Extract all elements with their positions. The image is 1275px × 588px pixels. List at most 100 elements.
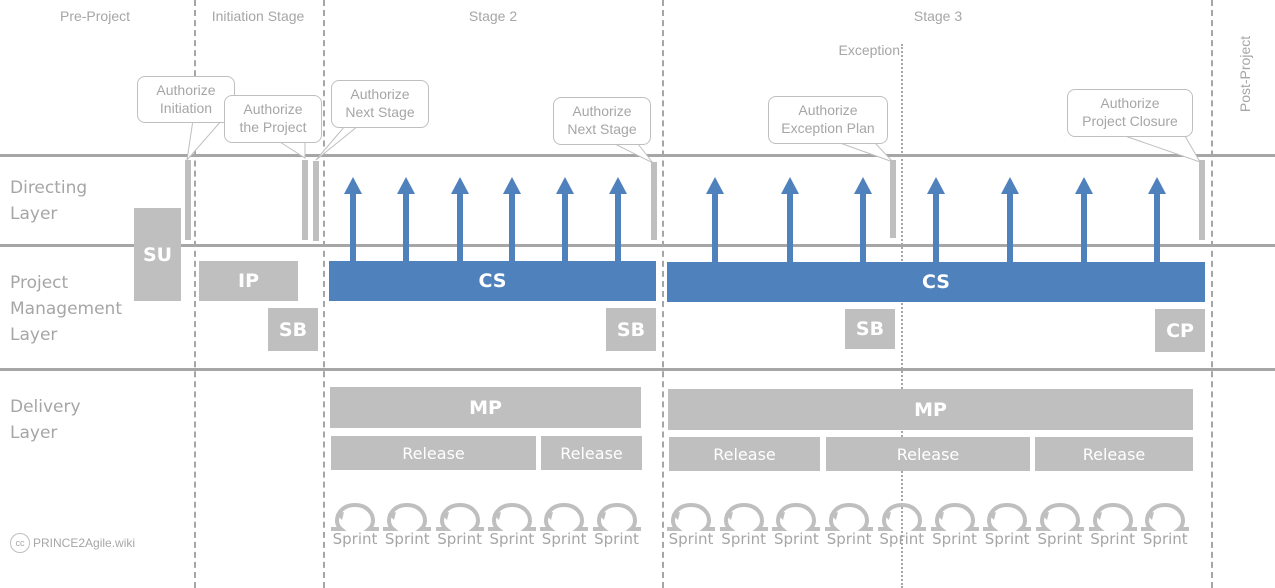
sprint-cycle-icon — [540, 502, 589, 531]
creative-commons-icon: cc — [10, 533, 30, 553]
sprint-label: Sprint — [594, 530, 639, 548]
layer-label-management-line1: Project — [10, 273, 69, 293]
callout-line: Next Stage — [345, 104, 415, 120]
sprint-cycle-icon — [667, 502, 715, 531]
callout-line: Exception Plan — [781, 120, 875, 136]
callout-authorize-next-stage-2: Authorize Next Stage — [553, 97, 651, 145]
sprint-cycle-icon — [435, 502, 484, 531]
layer-label-management: Project Management Layer — [10, 270, 122, 348]
sprint-label: Sprint — [879, 530, 925, 548]
managing-product-delivery-stage3: MP — [668, 389, 1193, 430]
report-arrow — [556, 177, 574, 262]
sprint: Sprint — [538, 498, 590, 548]
sprint: Sprint — [770, 498, 822, 548]
callout-authorize-exception-plan: Authorize Exception Plan — [768, 96, 888, 144]
sprint-label: Sprint — [1090, 530, 1135, 548]
sprint-label: Sprint — [384, 530, 430, 548]
release-stage2-1: Release — [331, 436, 536, 470]
sprint-cycle-icon — [1035, 502, 1084, 531]
sprint-label: Sprint — [721, 530, 767, 548]
release-stage2-2: Release — [541, 436, 642, 470]
callout-line: Project Closure — [1082, 113, 1178, 129]
layer-label-delivery-line2: Layer — [10, 423, 58, 443]
report-arrow — [1148, 177, 1166, 262]
sprint-cycle-icon — [592, 502, 641, 531]
callout-authorize-initiation: Authorize Initiation — [137, 76, 235, 123]
report-arrow — [706, 177, 724, 262]
sprint-label: Sprint — [489, 530, 535, 548]
layer-label-management-line3: Layer — [10, 325, 58, 345]
report-arrow — [451, 177, 469, 262]
report-arrows — [344, 177, 1166, 262]
managing-product-delivery-stage2: MP — [330, 387, 641, 428]
callout-line: Authorize — [350, 86, 410, 102]
layer-label-management-line2: Management — [10, 299, 122, 319]
report-arrow — [1001, 177, 1019, 262]
report-arrow — [1075, 177, 1093, 262]
sprint: Sprint — [929, 498, 981, 548]
sprint-cycle-icon — [1141, 502, 1190, 531]
sprint-label: Sprint — [1142, 530, 1188, 548]
sprint-label: Sprint — [437, 530, 482, 548]
process-cp: CP — [1155, 309, 1205, 352]
release-stage3-1: Release — [669, 437, 820, 471]
callout-line: Authorize — [243, 101, 303, 117]
sprint-cycle-icon — [930, 502, 979, 531]
callout-authorize-project: Authorize the Project — [224, 95, 322, 143]
layer-label-delivery-line1: Delivery — [10, 397, 81, 417]
sprint-label: Sprint — [1037, 530, 1083, 548]
sprint: Sprint — [876, 498, 928, 548]
footer-credit: cc PRINCE2Agile.wiki — [10, 533, 135, 553]
tail-authorize-closure — [1124, 135, 1202, 163]
callout-line: Authorize — [572, 103, 632, 119]
tail-authorize-initiation — [186, 119, 223, 162]
sprint: Sprint — [329, 498, 381, 548]
callout-line: Initiation — [159, 100, 213, 116]
sprint-cycle-icon — [383, 502, 432, 531]
layer-label-delivery: Delivery Layer — [10, 394, 81, 446]
sprint: Sprint — [434, 498, 486, 548]
sprint-cycle-icon — [772, 502, 821, 531]
sprint: Sprint — [591, 498, 643, 548]
site-link[interactable]: PRINCE2Agile.wiki — [33, 536, 135, 550]
sprint-cycle-icon — [331, 502, 379, 531]
delivery-layer-top-line — [0, 368, 1275, 371]
callout-line: Authorize — [1100, 95, 1160, 111]
sprint: Sprint — [1087, 498, 1139, 548]
sprint-label: Sprint — [932, 530, 977, 548]
sprint-label: Sprint — [332, 530, 378, 548]
release-stage3-2: Release — [826, 437, 1030, 471]
callout-line: the Project — [239, 119, 307, 135]
sprint-label: Sprint — [984, 530, 1030, 548]
report-arrow — [344, 177, 362, 262]
callout-line: Authorize — [798, 102, 858, 118]
sprint: Sprint — [486, 498, 538, 548]
sprint-label: Sprint — [774, 530, 819, 548]
callout-line: Next Stage — [567, 121, 637, 137]
sprint: Sprint — [665, 498, 717, 548]
tail-authorize-project — [279, 141, 306, 159]
sprint: Sprint — [823, 498, 875, 548]
sprint: Sprint — [1139, 498, 1191, 548]
callout-line: Authorize — [156, 82, 216, 98]
sprint: Sprint — [718, 498, 770, 548]
process-sb-exception: SB — [845, 309, 895, 349]
sprint-cycle-icon — [719, 502, 768, 531]
report-arrow — [854, 177, 872, 262]
sprint-cycle-icon — [1088, 502, 1137, 531]
sprint-cycle-icon — [487, 502, 536, 531]
sprint-cycle-icon — [825, 502, 874, 531]
report-arrow — [781, 177, 799, 262]
report-arrow — [927, 177, 945, 262]
tail-authorize-next-stage-2 — [614, 143, 654, 164]
callout-authorize-closure: Authorize Project Closure — [1067, 89, 1193, 137]
sprint-label: Sprint — [541, 530, 587, 548]
report-arrow — [503, 177, 521, 262]
sprint: Sprint — [381, 498, 433, 548]
callout-authorize-next-stage-1: Authorize Next Stage — [331, 80, 429, 128]
release-stage3-3: Release — [1035, 437, 1193, 471]
sprint: Sprint — [1034, 498, 1086, 548]
sprint-cycle-icon — [983, 502, 1032, 531]
sprint: Sprint — [981, 498, 1033, 548]
tail-authorize-exception-plan — [839, 142, 894, 163]
